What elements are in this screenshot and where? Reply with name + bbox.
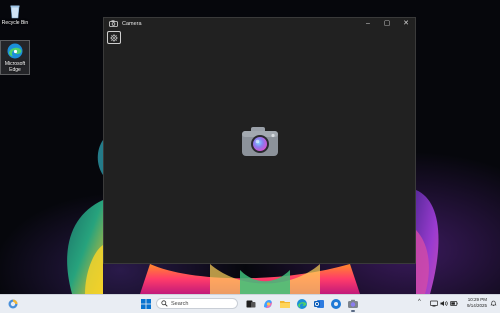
windows-start-icon[interactable] [140, 298, 152, 310]
title-bar[interactable]: Camera – ▢ ✕ [104, 18, 415, 30]
clock-date: 9/14/2025 [466, 303, 487, 308]
taskbar: Search ^ 10:29 PM 9/14/2025 [0, 294, 500, 313]
search-box[interactable]: Search [156, 298, 238, 309]
maximize-button[interactable]: ▢ [378, 18, 396, 30]
desktop-icon-microsoft-edge[interactable]: Microsoft Edge [0, 40, 30, 75]
desktop-icon-label: Microsoft Edge [4, 61, 26, 73]
search-label: Search [171, 301, 189, 307]
chevron-up-icon[interactable]: ^ [418, 299, 421, 305]
settings-button[interactable] [107, 31, 121, 44]
close-button[interactable]: ✕ [397, 18, 415, 30]
camera-icon [109, 20, 118, 27]
task-view-icon[interactable] [245, 298, 257, 310]
outlook-icon[interactable] [313, 298, 325, 310]
edge-dev-icon[interactable] [330, 298, 342, 310]
recycle-bin-icon [10, 5, 20, 19]
desktop-icon-label: Recycle Bin [1, 20, 29, 26]
search-icon [161, 300, 168, 307]
edge-icon[interactable] [296, 298, 308, 310]
gear-icon [110, 33, 118, 42]
volume-icon[interactable] [440, 300, 448, 307]
desktop-icon-recycle-bin[interactable]: Recycle Bin [1, 2, 29, 26]
camera-app-icon [242, 127, 278, 156]
camera-window[interactable]: Camera – ▢ ✕ [103, 17, 416, 264]
minimize-button[interactable]: – [359, 18, 377, 30]
window-title: Camera [122, 21, 142, 27]
clock[interactable]: 10:29 PM 9/14/2025 [461, 297, 487, 309]
copilot-icon[interactable] [262, 298, 274, 310]
battery-icon[interactable] [450, 300, 458, 307]
edge-icon [7, 43, 23, 59]
active-app-indicator [351, 310, 355, 312]
network-icon[interactable] [430, 300, 438, 307]
camera-icon[interactable] [347, 298, 359, 310]
widgets-icon[interactable] [7, 298, 19, 310]
notification-bell-icon[interactable] [490, 300, 497, 307]
file-explorer-icon[interactable] [279, 298, 291, 310]
